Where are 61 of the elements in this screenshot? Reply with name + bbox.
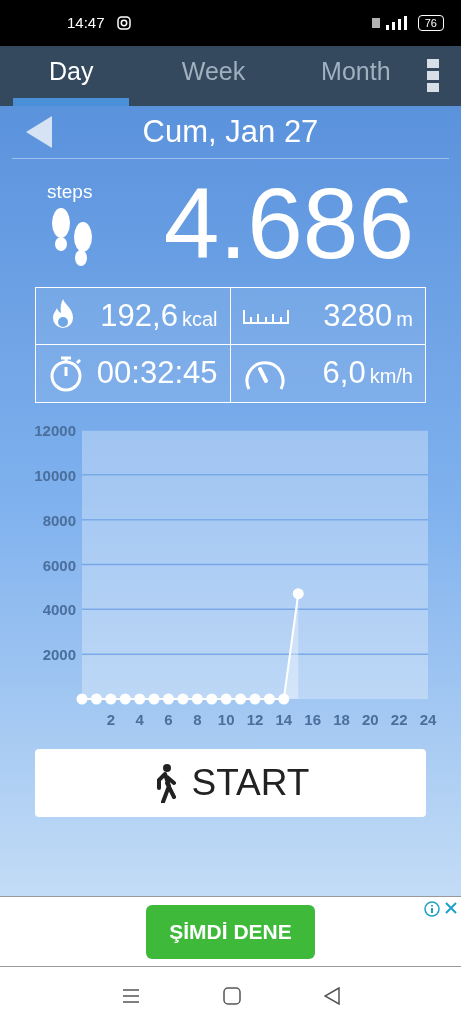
stopwatch-icon <box>48 354 84 393</box>
info-icon[interactable] <box>424 901 440 917</box>
data-point <box>105 693 117 705</box>
x-tick-label: 24 <box>419 711 437 728</box>
data-point <box>163 693 174 705</box>
x-tick-label: 10 <box>217 711 235 728</box>
x-tick-label: 18 <box>333 711 350 728</box>
y-tick-label: 8000 <box>42 511 76 529</box>
tab[interactable]: Week <box>155 46 272 106</box>
y-tick-label: 2000 <box>42 646 76 664</box>
close-icon[interactable] <box>444 901 458 915</box>
ad-button[interactable]: ŞİMDİ DENE <box>146 904 315 959</box>
tab[interactable]: Month <box>297 46 414 106</box>
data-point <box>191 693 203 705</box>
date-title: Cum, Jan 27 <box>142 112 319 151</box>
steps-count: 4.686 <box>162 173 414 273</box>
data-point <box>249 693 261 705</box>
stat-value: 3280 <box>323 296 393 335</box>
data-point <box>119 693 131 705</box>
data-point <box>220 693 232 705</box>
stat-value: 00:32:45 <box>96 354 218 393</box>
battery-indicator: 76 <box>417 15 444 31</box>
back-icon[interactable] <box>323 986 340 1005</box>
data-point <box>263 693 275 705</box>
x-tick-label: 8 <box>193 711 202 728</box>
x-tick-label: 20 <box>362 711 379 728</box>
steps-label: steps <box>47 179 93 204</box>
x-tick-label: 12 <box>246 711 264 728</box>
y-tick-label: 4000 <box>42 601 76 619</box>
status-time: 14:47 <box>67 12 105 33</box>
y-tick-label: 10000 <box>34 466 76 484</box>
x-tick-label: 16 <box>304 711 321 728</box>
ruler-icon <box>242 308 289 324</box>
x-tick-label: 6 <box>164 711 173 728</box>
signal-icon <box>369 16 410 30</box>
data-point <box>292 588 304 600</box>
stat-unit: m <box>396 306 413 332</box>
data-point <box>90 693 102 705</box>
y-tick-label: 6000 <box>42 556 76 574</box>
start-button[interactable]: START <box>35 749 426 817</box>
stat-unit: kcal <box>181 306 218 332</box>
data-point <box>206 693 218 705</box>
camera-icon <box>116 16 131 30</box>
data-point <box>134 693 146 705</box>
data-point <box>278 693 290 705</box>
stat-value: 192,6 <box>100 296 178 335</box>
back-arrow-icon[interactable] <box>26 116 52 148</box>
stat-value: 6,0 <box>322 354 366 393</box>
stat-unit: km/h <box>369 364 413 390</box>
data-point <box>76 693 88 705</box>
data-point <box>148 693 160 705</box>
x-tick-label: 22 <box>390 711 408 728</box>
x-tick-label: 2 <box>106 711 115 728</box>
data-point <box>177 693 189 705</box>
x-tick-label: 14 <box>275 711 293 728</box>
data-point <box>235 693 247 705</box>
x-tick-label: 4 <box>135 711 144 728</box>
y-tick-label: 12000 <box>34 422 76 439</box>
menu-icon[interactable] <box>427 59 439 93</box>
menu-icon[interactable] <box>121 987 140 1004</box>
home-icon[interactable] <box>222 986 241 1005</box>
